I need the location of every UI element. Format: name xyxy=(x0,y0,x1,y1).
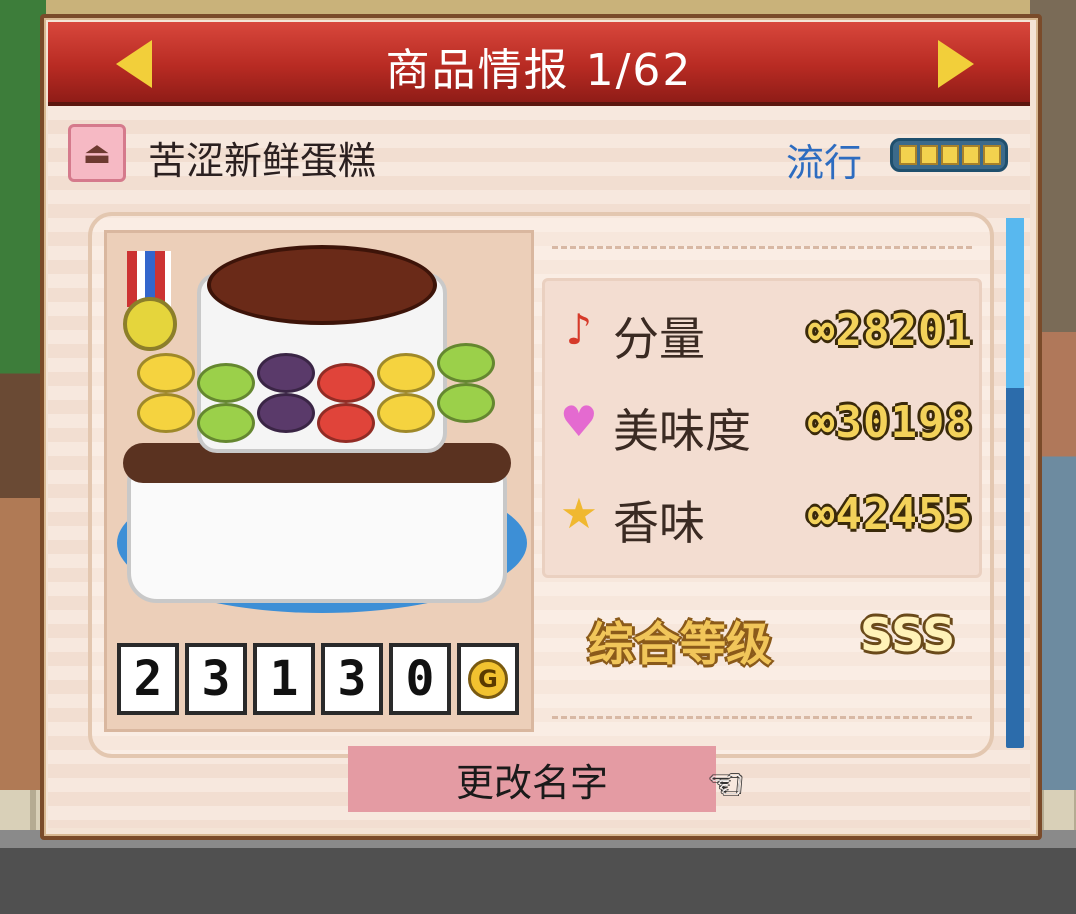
right-arrow-icon[interactable] xyxy=(938,40,974,88)
trend-cell xyxy=(941,145,959,165)
product-image: 2 3 1 3 0 G xyxy=(104,230,534,732)
scrollbar[interactable] xyxy=(1006,218,1024,748)
trend-cell xyxy=(920,145,938,165)
rank-value: SSS xyxy=(860,608,956,662)
star-icon: ★ xyxy=(560,488,598,538)
product-name-row: ⏏ 苦涩新鲜蛋糕 流行 xyxy=(68,124,1018,185)
fruit-pineapple xyxy=(137,393,195,433)
stat-value: ∞42455 xyxy=(808,489,973,540)
fruit-pineapple xyxy=(377,393,435,433)
trend-cell xyxy=(899,145,917,165)
stat-row-quantity: ♪ 分量 ∞28201 xyxy=(545,289,985,369)
price-digit: 3 xyxy=(185,643,247,715)
rename-button[interactable]: 更改名字 xyxy=(348,746,716,812)
divider xyxy=(552,246,972,249)
rank-label: 综合等级 xyxy=(588,617,772,671)
fruit-melon xyxy=(437,383,495,423)
heart-icon: ♥ xyxy=(560,396,598,446)
currency-symbol: G xyxy=(468,659,508,699)
background-floor xyxy=(0,830,1076,914)
stat-value: ∞30198 xyxy=(808,397,973,448)
cake-icon: ⏏ xyxy=(68,124,126,182)
scrollbar-thumb[interactable] xyxy=(1006,218,1024,388)
fruit-melon xyxy=(197,363,255,403)
price-digit: 2 xyxy=(117,643,179,715)
stat-label: 美味度 xyxy=(613,404,751,458)
trend-meter xyxy=(890,138,1008,172)
panel-header: 商品情报 1/62 xyxy=(48,22,1030,106)
fruit-pineapple xyxy=(137,353,195,393)
price-digit: 3 xyxy=(321,643,383,715)
divider xyxy=(552,716,972,719)
price-digit: 0 xyxy=(389,643,451,715)
stat-value: ∞28201 xyxy=(808,305,973,356)
gold-coin-icon: G xyxy=(457,643,519,715)
fruit-pineapple xyxy=(377,353,435,393)
fruit-melon xyxy=(437,343,495,383)
fruit-melon xyxy=(197,403,255,443)
fruit-grape xyxy=(257,393,315,433)
panel-title: 商品情报 1/62 xyxy=(385,45,693,96)
medal-icon xyxy=(123,297,177,351)
stat-label: 香味 xyxy=(613,496,705,550)
stat-label: 分量 xyxy=(613,312,705,366)
stats-box: ♪ 分量 ∞28201 ♥ 美味度 ∞30198 ★ 香味 ∞42455 xyxy=(542,278,982,578)
pointing-hand-icon: ☜ xyxy=(708,762,744,808)
product-name: 苦涩新鲜蛋糕 xyxy=(148,139,377,183)
music-note-icon: ♪ xyxy=(565,304,593,354)
trend-cell xyxy=(962,145,980,165)
panel-content: ⏏ 苦涩新鲜蛋糕 流行 2 3 1 3 0 G ♪ 分量 ∞28201 ♥ 美味… xyxy=(48,106,1030,828)
stat-row-aroma: ★ 香味 ∞42455 xyxy=(545,473,985,553)
cake-chocolate-top xyxy=(207,245,437,325)
trend-cell xyxy=(983,145,1001,165)
stat-row-taste: ♥ 美味度 ∞30198 xyxy=(545,381,985,461)
price-display: 2 3 1 3 0 G xyxy=(117,643,519,715)
fruit-grape xyxy=(257,353,315,393)
trend-label: 流行 xyxy=(786,141,863,185)
price-digit: 1 xyxy=(253,643,315,715)
fruit-strawberry xyxy=(317,403,375,443)
product-info-panel: 商品情报 1/62 ⏏ 苦涩新鲜蛋糕 流行 2 3 1 3 0 G ♪ 分量 ∞… xyxy=(40,14,1042,840)
fruit-strawberry xyxy=(317,363,375,403)
